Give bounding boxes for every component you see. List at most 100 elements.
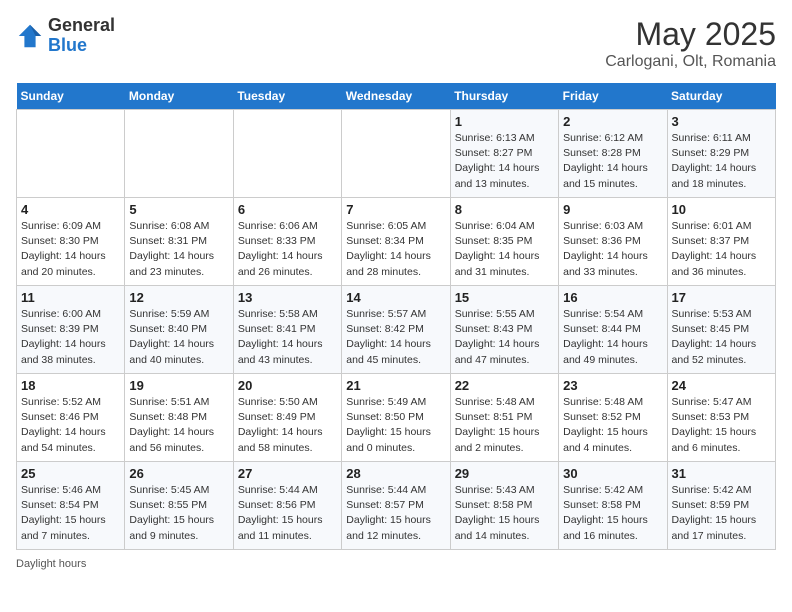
calendar-cell: 17 Sunrise: 5:53 AM Sunset: 8:45 PM Dayli… [667,286,775,374]
day-number: 18 [21,378,120,393]
column-header-friday: Friday [559,83,667,110]
day-number: 11 [21,290,120,305]
logo-general: General [48,16,115,36]
calendar-cell: 7 Sunrise: 6:05 AM Sunset: 8:34 PM Daylig… [342,198,450,286]
calendar-cell [17,110,125,198]
calendar-cell: 18 Sunrise: 5:52 AM Sunset: 8:46 PM Dayli… [17,374,125,462]
day-detail: Sunrise: 5:48 AM Sunset: 8:52 PM Dayligh… [563,395,662,456]
calendar-cell: 21Sunrise: 5:49 AM Sunset: 8:50 PM Dayli… [342,374,450,462]
calendar-cell: 6Sunrise: 6:06 AM Sunset: 8:33 PM Daylig… [233,198,341,286]
day-detail: Sunrise: 5:48 AM Sunset: 8:51 PM Dayligh… [455,395,554,456]
day-detail: Sunrise: 5:42 AM Sunset: 8:58 PM Dayligh… [563,483,662,544]
calendar-cell: 20Sunrise: 5:50 AM Sunset: 8:49 PM Dayli… [233,374,341,462]
day-number: 9 [563,202,662,217]
day-number: 31 [672,466,771,481]
calendar-header-row: SundayMondayTuesdayWednesdayThursdayFrid… [17,83,776,110]
calendar-cell: 4 Sunrise: 6:09 AM Sunset: 8:30 PM Daylig… [17,198,125,286]
calendar-week-row: 1 Sunrise: 6:13 AM Sunset: 8:27 PM Daylig… [17,110,776,198]
calendar-cell: 11 Sunrise: 6:00 AM Sunset: 8:39 PM Dayli… [17,286,125,374]
column-header-tuesday: Tuesday [233,83,341,110]
day-detail: Sunrise: 5:55 AM Sunset: 8:43 PM Dayligh… [455,307,554,368]
calendar-cell: 27 Sunrise: 5:44 AM Sunset: 8:56 PM Dayli… [233,462,341,550]
day-detail: Sunrise: 5:47 AM Sunset: 8:53 PM Dayligh… [672,395,771,456]
day-detail: Sunrise: 5:57 AM Sunset: 8:42 PM Dayligh… [346,307,445,368]
day-detail: Sunrise: 5:52 AM Sunset: 8:46 PM Dayligh… [21,395,120,456]
calendar-week-row: 4 Sunrise: 6:09 AM Sunset: 8:30 PM Daylig… [17,198,776,286]
day-detail: Sunrise: 6:05 AM Sunset: 8:34 PM Dayligh… [346,219,445,280]
calendar-subtitle: Carlogani, Olt, Romania [605,53,776,71]
day-number: 21 [346,378,445,393]
day-detail: Sunrise: 5:42 AM Sunset: 8:59 PM Dayligh… [672,483,771,544]
column-header-wednesday: Wednesday [342,83,450,110]
calendar-title: May 2025 [605,16,776,53]
calendar-week-row: 18 Sunrise: 5:52 AM Sunset: 8:46 PM Dayli… [17,374,776,462]
day-number: 26 [129,466,228,481]
column-header-saturday: Saturday [667,83,775,110]
day-number: 4 [21,202,120,217]
day-number: 2 [563,114,662,129]
day-number: 5 [129,202,228,217]
day-detail: Sunrise: 6:08 AM Sunset: 8:31 PM Dayligh… [129,219,228,280]
day-detail: Sunrise: 5:45 AM Sunset: 8:55 PM Dayligh… [129,483,228,544]
logo-text: General Blue [48,16,115,56]
day-detail: Sunrise: 6:03 AM Sunset: 8:36 PM Dayligh… [563,219,662,280]
calendar-cell: 2 Sunrise: 6:12 AM Sunset: 8:28 PM Daylig… [559,110,667,198]
calendar-cell: 26 Sunrise: 5:45 AM Sunset: 8:55 PM Dayli… [125,462,233,550]
day-detail: Sunrise: 6:09 AM Sunset: 8:30 PM Dayligh… [21,219,120,280]
calendar-cell: 24 Sunrise: 5:47 AM Sunset: 8:53 PM Dayli… [667,374,775,462]
day-number: 24 [672,378,771,393]
day-number: 12 [129,290,228,305]
logo: General Blue [16,16,115,56]
day-number: 15 [455,290,554,305]
day-number: 30 [563,466,662,481]
day-number: 14 [346,290,445,305]
calendar-cell: 19Sunrise: 5:51 AM Sunset: 8:48 PM Dayli… [125,374,233,462]
day-detail: Sunrise: 5:51 AM Sunset: 8:48 PM Dayligh… [129,395,228,456]
day-number: 20 [238,378,337,393]
calendar-cell: 13Sunrise: 5:58 AM Sunset: 8:41 PM Dayli… [233,286,341,374]
day-detail: Sunrise: 5:53 AM Sunset: 8:45 PM Dayligh… [672,307,771,368]
day-detail: Sunrise: 6:11 AM Sunset: 8:29 PM Dayligh… [672,131,771,192]
title-block: May 2025 Carlogani, Olt, Romania [605,16,776,71]
calendar-cell: 15 Sunrise: 5:55 AM Sunset: 8:43 PM Dayli… [450,286,558,374]
day-detail: Sunrise: 6:06 AM Sunset: 8:33 PM Dayligh… [238,219,337,280]
column-header-thursday: Thursday [450,83,558,110]
calendar-cell: 3 Sunrise: 6:11 AM Sunset: 8:29 PM Daylig… [667,110,775,198]
calendar-cell: 25Sunrise: 5:46 AM Sunset: 8:54 PM Dayli… [17,462,125,550]
calendar-cell [125,110,233,198]
footer: Daylight hours [16,558,776,570]
column-header-monday: Monday [125,83,233,110]
calendar-cell: 14 Sunrise: 5:57 AM Sunset: 8:42 PM Dayli… [342,286,450,374]
day-detail: Sunrise: 5:58 AM Sunset: 8:41 PM Dayligh… [238,307,337,368]
day-detail: Sunrise: 6:12 AM Sunset: 8:28 PM Dayligh… [563,131,662,192]
day-number: 22 [455,378,554,393]
calendar-cell [233,110,341,198]
page-header: General Blue May 2025 Carlogani, Olt, Ro… [16,16,776,71]
calendar-cell: 9 Sunrise: 6:03 AM Sunset: 8:36 PM Daylig… [559,198,667,286]
day-number: 23 [563,378,662,393]
day-number: 29 [455,466,554,481]
column-header-sunday: Sunday [17,83,125,110]
day-detail: Sunrise: 5:54 AM Sunset: 8:44 PM Dayligh… [563,307,662,368]
calendar-cell: 5 Sunrise: 6:08 AM Sunset: 8:31 PM Daylig… [125,198,233,286]
calendar-week-row: 11 Sunrise: 6:00 AM Sunset: 8:39 PM Dayli… [17,286,776,374]
logo-icon [16,22,44,50]
day-detail: Sunrise: 5:59 AM Sunset: 8:40 PM Dayligh… [129,307,228,368]
day-number: 10 [672,202,771,217]
calendar-cell: 28Sunrise: 5:44 AM Sunset: 8:57 PM Dayli… [342,462,450,550]
calendar-cell: 23 Sunrise: 5:48 AM Sunset: 8:52 PM Dayli… [559,374,667,462]
day-number: 17 [672,290,771,305]
day-number: 7 [346,202,445,217]
day-number: 27 [238,466,337,481]
day-number: 3 [672,114,771,129]
day-detail: Sunrise: 6:01 AM Sunset: 8:37 PM Dayligh… [672,219,771,280]
calendar-cell: 30 Sunrise: 5:42 AM Sunset: 8:58 PM Dayli… [559,462,667,550]
day-detail: Sunrise: 5:44 AM Sunset: 8:57 PM Dayligh… [346,483,445,544]
day-number: 8 [455,202,554,217]
calendar-table: SundayMondayTuesdayWednesdayThursdayFrid… [16,83,776,550]
day-detail: Sunrise: 6:13 AM Sunset: 8:27 PM Dayligh… [455,131,554,192]
day-detail: Sunrise: 6:00 AM Sunset: 8:39 PM Dayligh… [21,307,120,368]
day-detail: Sunrise: 5:44 AM Sunset: 8:56 PM Dayligh… [238,483,337,544]
day-number: 1 [455,114,554,129]
footer-text: Daylight hours [16,558,86,570]
